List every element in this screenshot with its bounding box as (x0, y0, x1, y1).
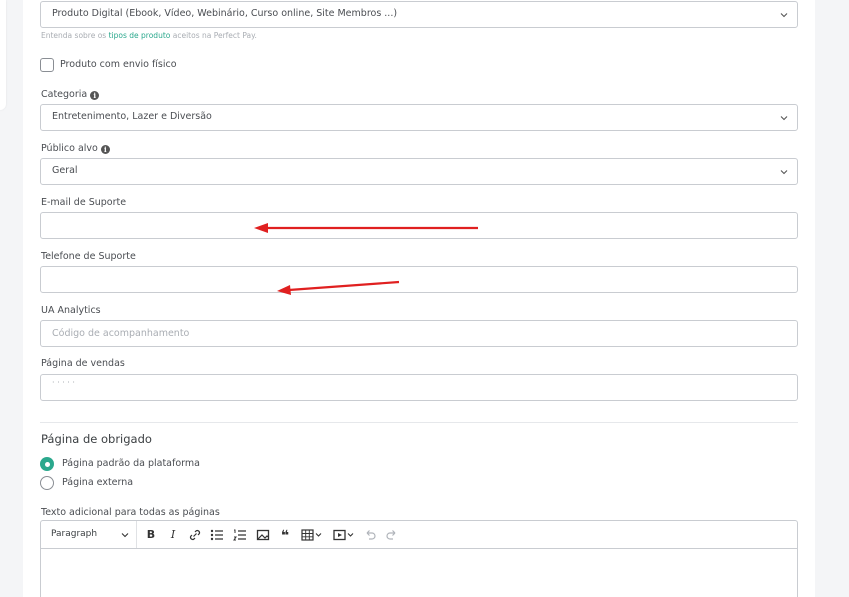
italic-icon[interactable]: I (165, 527, 181, 543)
category-select[interactable]: Entretenimento, Lazer e Diversão (40, 104, 798, 131)
format-select[interactable]: Paragraph (41, 521, 137, 548)
chevron-down-icon (780, 13, 788, 18)
numbered-list-icon[interactable] (232, 527, 248, 543)
product-type-value: Produto Digital (Ebook, Vídeo, Webinário… (52, 8, 398, 19)
table-icon[interactable] (300, 527, 324, 543)
product-type-select[interactable]: Produto Digital (Ebook, Vídeo, Webinário… (40, 1, 798, 28)
bullet-list-icon[interactable] (209, 527, 225, 543)
chevron-down-icon (780, 170, 788, 175)
category-label: Categoria i (41, 89, 100, 100)
image-icon[interactable] (255, 527, 271, 543)
physical-shipping-label: Produto com envio físico (60, 59, 177, 70)
bold-icon[interactable]: B (143, 527, 159, 543)
help-text-suffix: aceitos na Perfect Pay. (170, 31, 257, 40)
support-phone-input[interactable] (41, 267, 797, 292)
section-divider (40, 422, 798, 423)
chevron-down-icon (780, 116, 788, 121)
ua-analytics-field[interactable] (40, 320, 798, 347)
format-select-value: Paragraph (51, 529, 98, 539)
info-icon[interactable]: i (90, 91, 100, 100)
category-value: Entretenimento, Lazer e Diversão (52, 111, 212, 122)
audience-select[interactable]: Geral (40, 158, 798, 185)
editor-toolbar: Paragraph B I ❝ (40, 520, 798, 549)
link-icon[interactable] (187, 527, 203, 543)
support-email-field[interactable] (40, 212, 798, 239)
side-panel (0, 0, 6, 110)
support-phone-label: Telefone de Suporte (41, 251, 136, 262)
sales-page-label: Página de vendas (41, 358, 125, 369)
ua-analytics-label: UA Analytics (41, 305, 101, 316)
audience-value: Geral (52, 165, 78, 176)
product-type-help: Entenda sobre os tipos de produto aceito… (41, 31, 257, 40)
physical-shipping-checkbox[interactable] (40, 58, 54, 72)
support-email-label: E-mail de Suporte (41, 197, 127, 208)
radio-default-page-label: Página padrão da plataforma (62, 458, 200, 469)
sales-page-field[interactable]: · · · · · (40, 374, 798, 401)
support-email-input[interactable] (41, 213, 797, 238)
media-embed-icon[interactable] (332, 527, 356, 543)
page-gutter (815, 0, 849, 597)
audience-label-text: Público alvo (41, 143, 98, 154)
support-phone-field[interactable] (40, 266, 798, 293)
category-label-text: Categoria (41, 89, 88, 100)
sales-page-value: · · · · · (52, 378, 75, 387)
thank-you-page-title: Página de obrigado (41, 432, 152, 446)
radio-default-page[interactable] (40, 457, 54, 471)
blockquote-icon[interactable]: ❝ (277, 527, 293, 544)
ua-analytics-input[interactable] (41, 321, 797, 346)
rich-text-editor[interactable] (40, 548, 798, 597)
product-types-link[interactable]: tipos de produto (109, 31, 171, 40)
audience-label: Público alvo i (41, 143, 110, 154)
info-icon[interactable]: i (100, 145, 110, 154)
extra-text-label: Texto adicional para todas as páginas (41, 507, 220, 518)
chevron-down-icon (121, 533, 129, 538)
help-text-prefix: Entenda sobre os (41, 31, 109, 40)
radio-external-page-label: Página externa (62, 477, 134, 488)
radio-external-page[interactable] (40, 476, 54, 490)
redo-icon[interactable] (384, 527, 400, 543)
undo-icon[interactable] (362, 527, 378, 543)
